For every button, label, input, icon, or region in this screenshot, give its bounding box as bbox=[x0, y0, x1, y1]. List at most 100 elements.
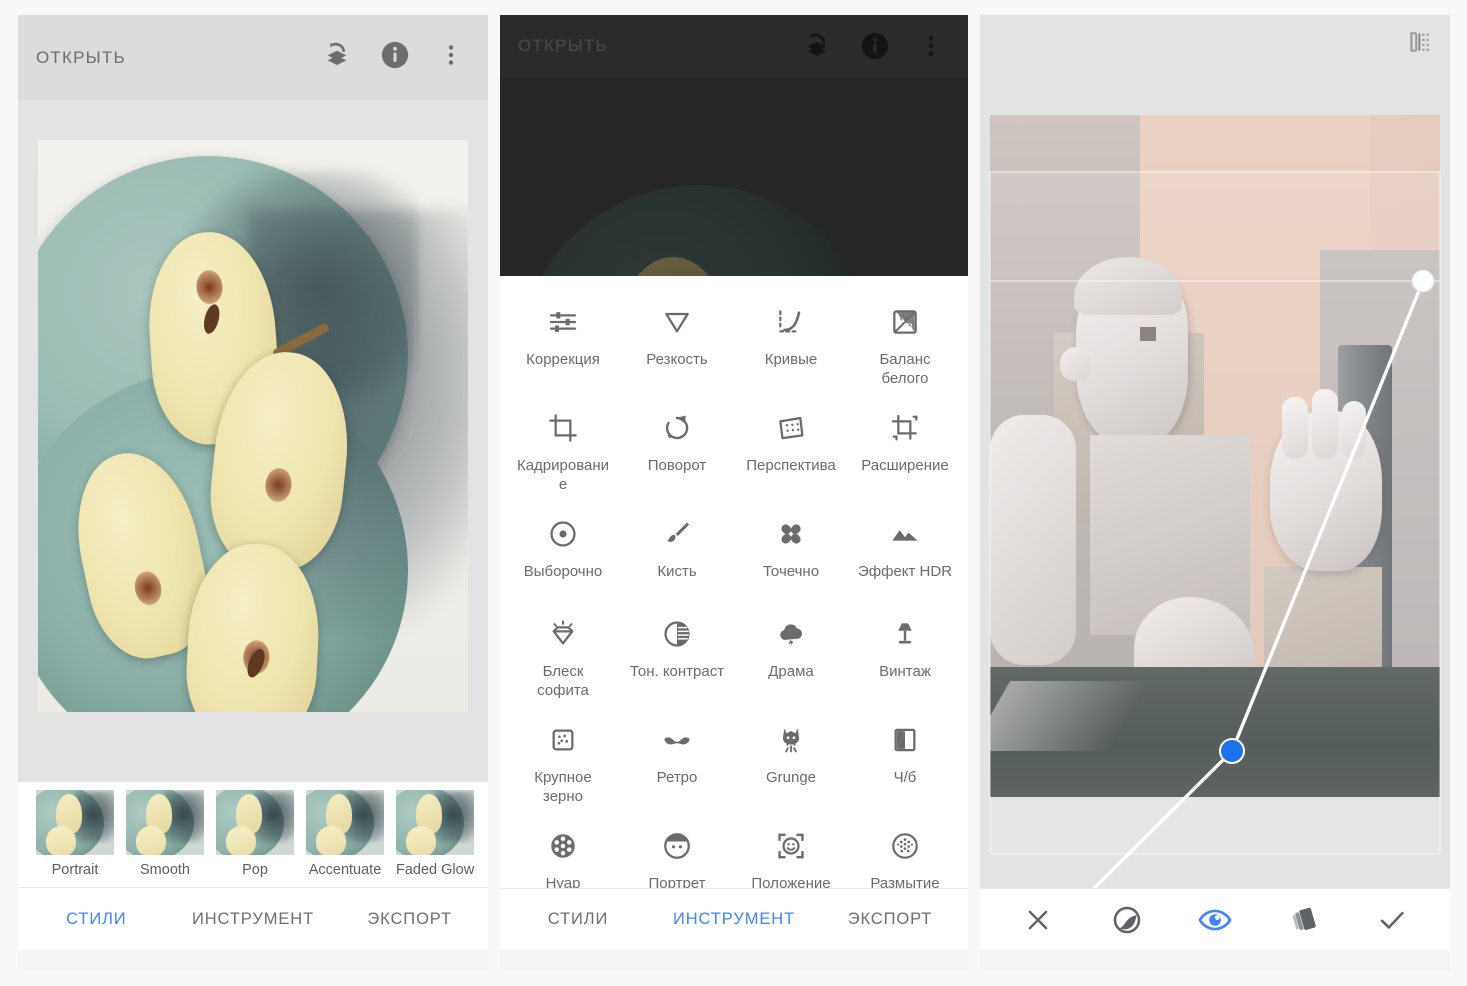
panel-styles: ОТКРЫТЬ Portrait Smooth Pop Accentuate F… bbox=[18, 15, 488, 971]
healing-icon bbox=[775, 516, 807, 552]
style-thumbnail[interactable] bbox=[396, 790, 474, 855]
close-x-icon[interactable] bbox=[1008, 896, 1068, 944]
eye-preview-icon[interactable] bbox=[1185, 896, 1245, 944]
style-label: Smooth bbox=[140, 862, 190, 878]
panel3-photo-canvas[interactable] bbox=[980, 115, 1450, 891]
tab-styles[interactable]: СТИЛИ bbox=[18, 910, 175, 929]
tool-healing[interactable]: Точечно bbox=[734, 506, 848, 598]
photo-pears[interactable] bbox=[38, 140, 468, 712]
tool-label: Драма bbox=[768, 663, 814, 680]
tab-export[interactable]: ЭКСПОРТ bbox=[812, 910, 968, 929]
panel1-tabbar: СТИЛИ ИНСТРУМЕНТ ЭКСПОРТ bbox=[18, 888, 488, 950]
tool-details[interactable]: Резкость bbox=[620, 294, 734, 392]
selective-icon bbox=[547, 516, 579, 552]
panel2-photo-canvas-dimmed[interactable] bbox=[500, 77, 968, 276]
tool-selective[interactable]: Выборочно bbox=[506, 506, 620, 598]
tool-black-white[interactable]: Ч/б bbox=[848, 712, 962, 810]
overflow-menu-icon[interactable] bbox=[918, 31, 944, 61]
grainy-film-icon bbox=[547, 722, 579, 758]
tool-label: Поворот bbox=[647, 457, 707, 474]
tool-label: Grunge bbox=[765, 769, 817, 786]
tool-label: Винтаж bbox=[879, 663, 931, 680]
style-label: Faded Glow bbox=[396, 862, 475, 878]
tool-label: Перспектива bbox=[746, 457, 836, 474]
tool-retrolux[interactable]: Ретро bbox=[620, 712, 734, 810]
tool-rotate[interactable]: Поворот bbox=[620, 400, 734, 498]
open-button[interactable]: ОТКРЫТЬ bbox=[36, 48, 126, 68]
style-thumbnail[interactable] bbox=[36, 790, 114, 855]
tool-label: Ч/б bbox=[893, 769, 917, 786]
tool-glamour-glow[interactable]: Блеск софита bbox=[506, 606, 620, 704]
style-preset[interactable]: Pop bbox=[216, 790, 294, 878]
style-thumbnail[interactable] bbox=[306, 790, 384, 855]
tools-grid: Коррекция Резкость Кривые W B Баланс бел… bbox=[500, 276, 968, 924]
brush-icon bbox=[661, 516, 693, 552]
tool-tune-image[interactable]: Коррекция bbox=[506, 294, 620, 392]
open-button[interactable]: ОТКРЫТЬ bbox=[518, 36, 608, 56]
tool-brush[interactable]: Кисть bbox=[620, 506, 734, 598]
undo-stack-icon[interactable] bbox=[802, 31, 832, 61]
tool-label: Резкость bbox=[646, 351, 708, 368]
tool-tonal-contrast[interactable]: Тон. контраст bbox=[620, 606, 734, 704]
portrait-face-icon bbox=[661, 828, 693, 864]
tool-crop[interactable]: Кадрирование bbox=[506, 400, 620, 498]
noir-reel-icon bbox=[547, 828, 579, 864]
tool-label: Кадрирование bbox=[516, 457, 610, 493]
style-preset[interactable]: Portrait bbox=[36, 790, 114, 878]
compare-split-icon[interactable] bbox=[1406, 29, 1432, 55]
tool-label: Кисть bbox=[657, 563, 697, 580]
panel-curves-editor bbox=[980, 15, 1450, 971]
panel2-tabbar: СТИЛИ ИНСТРУМЕНТ ЭКСПОРТ bbox=[500, 888, 968, 950]
undo-stack-icon[interactable] bbox=[322, 40, 352, 70]
vintage-lamp-icon bbox=[889, 616, 921, 652]
panel2-footer-bar bbox=[500, 950, 968, 971]
tool-label: Кривые bbox=[764, 351, 818, 368]
tool-expand[interactable]: Расширение bbox=[848, 400, 962, 498]
tool-perspective[interactable]: Перспектива bbox=[734, 400, 848, 498]
panel1-footer-bar bbox=[18, 950, 488, 971]
curve-preset-icon[interactable] bbox=[1097, 896, 1157, 944]
style-thumbnail[interactable] bbox=[126, 790, 204, 855]
perspective-icon bbox=[775, 410, 807, 446]
style-preset[interactable]: Smooth bbox=[126, 790, 204, 878]
info-icon[interactable] bbox=[380, 40, 410, 70]
tonal-contrast-icon bbox=[661, 616, 693, 652]
tab-tools[interactable]: ИНСТРУМЕНТ bbox=[175, 910, 332, 929]
retrolux-mustache-icon bbox=[661, 722, 693, 758]
style-label: Portrait bbox=[51, 862, 99, 878]
tool-label: Баланс белого bbox=[879, 351, 931, 387]
tool-vintage[interactable]: Винтаж bbox=[848, 606, 962, 704]
tool-label: Точечно bbox=[762, 563, 820, 580]
tab-export[interactable]: ЭКСПОРТ bbox=[331, 910, 488, 929]
style-thumbnail[interactable] bbox=[216, 790, 294, 855]
curves-control-overlay[interactable] bbox=[980, 115, 1450, 891]
panel1-header: ОТКРЫТЬ bbox=[18, 15, 488, 100]
expand-icon bbox=[889, 410, 921, 446]
panel2-header: ОТКРЫТЬ bbox=[500, 15, 968, 77]
grunge-icon bbox=[775, 722, 807, 758]
tool-label: Коррекция bbox=[526, 351, 600, 368]
tool-grainy-film[interactable]: Крупное зерно bbox=[506, 712, 620, 810]
tool-curves[interactable]: Кривые bbox=[734, 294, 848, 392]
tool-white-balance[interactable]: W B Баланс белого bbox=[848, 294, 962, 392]
tab-styles[interactable]: СТИЛИ bbox=[500, 910, 656, 929]
glamour-glow-icon bbox=[547, 616, 579, 652]
hdr-mountains-icon bbox=[889, 516, 921, 552]
plate-shape bbox=[518, 185, 878, 276]
channel-stack-icon[interactable] bbox=[1273, 896, 1333, 944]
styles-filmstrip[interactable]: Portrait Smooth Pop Accentuate Faded Glo… bbox=[18, 782, 488, 888]
check-apply-icon[interactable] bbox=[1362, 896, 1422, 944]
drama-cloud-icon bbox=[775, 616, 807, 652]
tool-grunge[interactable]: Grunge bbox=[734, 712, 848, 810]
info-icon[interactable] bbox=[860, 31, 890, 61]
style-preset[interactable]: Accentuate bbox=[306, 790, 384, 878]
panel1-photo-canvas[interactable] bbox=[18, 100, 488, 782]
overflow-menu-icon[interactable] bbox=[438, 40, 464, 70]
white-point-handle bbox=[1411, 269, 1435, 293]
tune-sliders-icon bbox=[547, 304, 579, 340]
tab-tools[interactable]: ИНСТРУМЕНТ bbox=[656, 910, 812, 929]
tool-hdr[interactable]: Эффект HDR bbox=[848, 506, 962, 598]
style-preset[interactable]: Faded Glow bbox=[396, 790, 474, 878]
tool-drama[interactable]: Драма bbox=[734, 606, 848, 704]
tool-label: Выборочно bbox=[523, 563, 603, 580]
